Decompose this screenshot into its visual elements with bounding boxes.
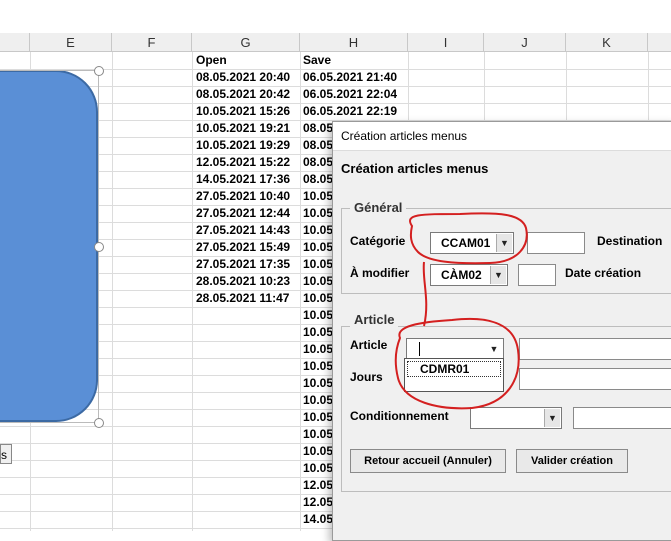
a-modifier-label: À modifier <box>350 266 410 280</box>
save-date-cell[interactable]: 08.05 <box>303 137 333 154</box>
save-date-cell[interactable]: 10.05 <box>303 188 333 205</box>
open-date-cell[interactable]: 10.05.2021 19:29 <box>196 137 290 154</box>
column-header-g[interactable]: G <box>192 33 300 52</box>
column-header-e[interactable]: E <box>30 33 112 52</box>
save-date-cell[interactable]: 10.05 <box>303 239 333 256</box>
open-header-cell[interactable]: Open <box>196 52 227 69</box>
chevron-down-icon[interactable]: ▼ <box>490 266 506 284</box>
save-date-cell[interactable]: 10.05 <box>303 392 333 409</box>
save-date-cell[interactable]: 06.05.2021 22:04 <box>303 86 397 103</box>
save-header-cell[interactable]: Save <box>303 52 331 69</box>
resize-handle-top-right[interactable] <box>94 66 104 76</box>
open-date-cell[interactable]: 12.05.2021 15:22 <box>196 154 290 171</box>
resize-handle-middle-right[interactable] <box>94 242 104 252</box>
sheet-button[interactable]: s <box>0 444 12 464</box>
save-date-cell[interactable]: 08.05 <box>303 154 333 171</box>
open-date-cell[interactable]: 27.05.2021 15:49 <box>196 239 290 256</box>
destination-label: Destination <box>597 234 663 248</box>
categorie-combobox[interactable]: CCAM01 ▼ <box>430 232 514 254</box>
retour-accueil-button[interactable]: Retour accueil (Annuler) <box>350 449 506 473</box>
dialog-titlebar[interactable]: Création articles menus <box>333 122 671 151</box>
dialog-heading: Création articles menus <box>341 161 489 176</box>
valider-creation-button[interactable]: Valider création <box>516 449 628 473</box>
save-date-cell[interactable]: 10.05 <box>303 426 333 443</box>
chevron-down-icon[interactable]: ▼ <box>486 340 502 358</box>
jours-textbox[interactable] <box>519 368 671 390</box>
shape-selection-box <box>0 70 99 423</box>
open-date-cell[interactable]: 27.05.2021 14:43 <box>196 222 290 239</box>
save-date-cell[interactable]: 10.05 <box>303 256 333 273</box>
open-date-cell[interactable]: 10.05.2021 19:21 <box>196 120 290 137</box>
conditionnement-label: Conditionnement <box>350 409 449 423</box>
conditionnement-combobox[interactable]: ▼ <box>470 407 562 429</box>
article-textbox[interactable] <box>519 338 671 360</box>
column-header-l[interactable] <box>648 33 671 52</box>
save-date-cell[interactable]: 10.05 <box>303 443 333 460</box>
open-date-cell[interactable]: 27.05.2021 17:35 <box>196 256 290 273</box>
userform-dialog: Création articles menus Création article… <box>332 121 671 541</box>
column-header-i[interactable]: I <box>408 33 484 52</box>
save-date-cell[interactable]: 06.05.2021 22:19 <box>303 103 397 120</box>
article-dropdown-list[interactable]: CDMR01 <box>404 358 504 392</box>
save-date-cell[interactable]: 12.05 <box>303 494 333 511</box>
column-header-j[interactable]: J <box>484 33 566 52</box>
save-date-cell[interactable]: 10.05 <box>303 324 333 341</box>
save-date-cell[interactable]: 10.05 <box>303 273 333 290</box>
date-creation-label: Date création <box>565 266 642 280</box>
save-date-cell[interactable]: 10.05 <box>303 307 333 324</box>
column-header-h[interactable]: H <box>300 33 408 52</box>
text-cursor <box>419 342 420 356</box>
dropdown-option[interactable]: CDMR01 <box>407 361 501 377</box>
save-date-cell[interactable]: 10.05 <box>303 409 333 426</box>
jours-label: Jours <box>350 370 383 384</box>
open-date-cell[interactable]: 08.05.2021 20:40 <box>196 69 290 86</box>
article-frame-label: Article <box>350 312 399 327</box>
categorie-value: CCAM01 <box>441 236 491 250</box>
column-header-d[interactable] <box>0 33 30 52</box>
a-modifier-combobox[interactable]: CÀM02 ▼ <box>430 264 508 286</box>
general-frame-label: Général <box>350 200 407 215</box>
resize-handle-bottom-right[interactable] <box>94 418 104 428</box>
categorie-label: Catégorie <box>350 234 406 248</box>
open-date-cell[interactable]: 28.05.2021 10:23 <box>196 273 290 290</box>
save-date-cell[interactable]: 10.05 <box>303 375 333 392</box>
save-date-cell[interactable]: 10.05 <box>303 460 333 477</box>
open-date-cell[interactable]: 28.05.2021 11:47 <box>196 290 289 307</box>
conditionnement-textbox[interactable] <box>573 407 671 429</box>
column-header-f[interactable]: F <box>112 33 192 52</box>
save-date-cell[interactable]: 10.05 <box>303 205 333 222</box>
chevron-down-icon[interactable]: ▼ <box>544 409 560 427</box>
chevron-down-icon[interactable]: ▼ <box>496 234 512 252</box>
a-modifier-value: CÀM02 <box>441 268 482 282</box>
save-date-cell[interactable]: 06.05.2021 21:40 <box>303 69 397 86</box>
save-date-cell[interactable]: 10.05 <box>303 358 333 375</box>
open-date-cell[interactable]: 27.05.2021 10:40 <box>196 188 290 205</box>
save-date-cell[interactable]: 08.05 <box>303 171 333 188</box>
article-label: Article <box>350 338 388 352</box>
save-date-cell[interactable]: 12.05 <box>303 477 333 494</box>
save-date-cell[interactable]: 10.05 <box>303 222 333 239</box>
open-date-cell[interactable]: 14.05.2021 17:36 <box>196 171 290 188</box>
article-combobox[interactable]: ▼ <box>406 338 504 360</box>
open-date-cell[interactable]: 27.05.2021 12:44 <box>196 205 290 222</box>
open-date-cell[interactable]: 08.05.2021 20:42 <box>196 86 290 103</box>
dialog-title: Création articles menus <box>341 129 468 143</box>
a-modifier-textbox[interactable] <box>518 264 556 286</box>
save-date-cell[interactable]: 10.05 <box>303 341 333 358</box>
save-date-cell[interactable]: 08.05 <box>303 120 333 137</box>
categorie-textbox[interactable] <box>527 232 585 254</box>
save-date-cell[interactable]: 10.05 <box>303 290 333 307</box>
open-date-cell[interactable]: 10.05.2021 15:26 <box>196 103 290 120</box>
column-header-k[interactable]: K <box>566 33 648 52</box>
